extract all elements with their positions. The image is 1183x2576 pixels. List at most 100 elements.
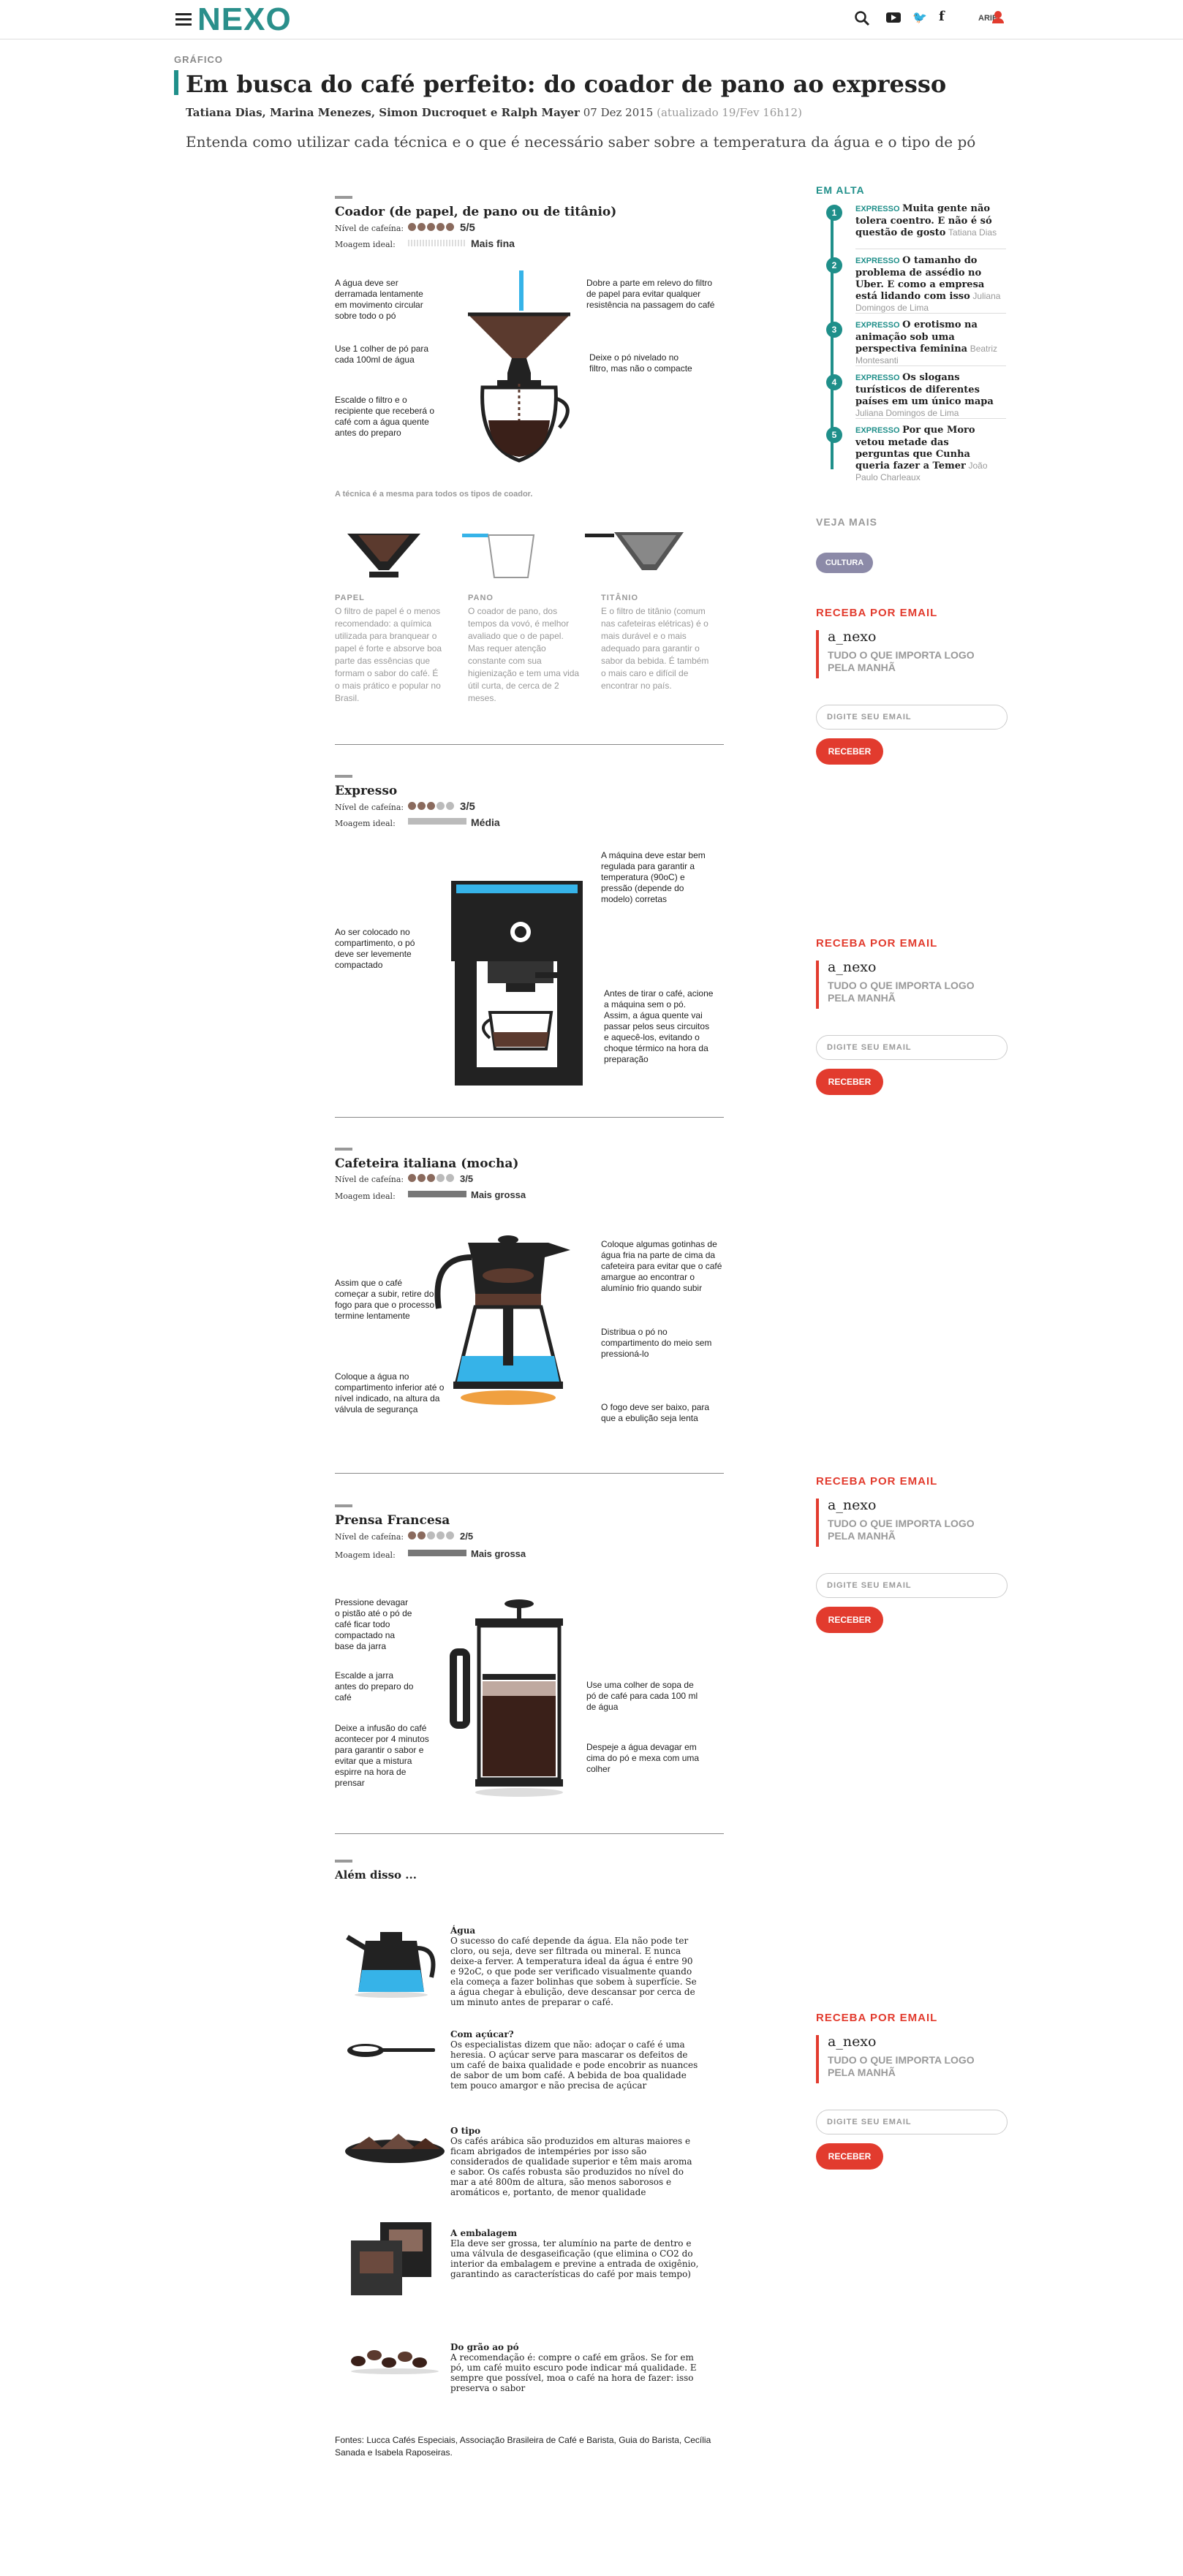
mocha-note-5: O fogo deve ser baixo, para que a ebuliç… (601, 1402, 710, 1423)
menu-icon[interactable] (175, 13, 192, 26)
trending-item[interactable]: EXPRESSO O erotismo na animação sob uma … (855, 319, 1002, 366)
grind-bar (408, 240, 466, 246)
trending-number: 2 (826, 257, 842, 273)
trending-item[interactable]: EXPRESSO Muita gente não tolera coentro.… (855, 202, 1002, 238)
divider (335, 744, 724, 745)
kicker: GRÁFICO (174, 54, 223, 65)
divider (335, 1473, 724, 1474)
caffeine-label: Nível de cafeína: (335, 803, 404, 812)
grind-label: Moagem ideal: (335, 1192, 396, 1201)
titanium-caption: TITÂNIO (601, 594, 638, 602)
newsletter-bar (816, 1499, 819, 1547)
paper-caption: PAPEL (335, 594, 365, 602)
extra-text-type: Os cafés arábica são produzidos em altur… (450, 2136, 692, 2197)
expresso-note-3: Antes de tirar o café, acione a máquina … (604, 988, 714, 1064)
extras-title: Além disso ... (335, 1868, 417, 1882)
caffeine-dots: 3/5 (408, 800, 475, 814)
email-input[interactable]: DIGITE SEU EMAIL (816, 2110, 1008, 2134)
titanium-text: E o filtro de titânio (comum nas cafetei… (601, 606, 709, 691)
prensa-note-4: Use uma colher de sopa de pó de café par… (586, 1680, 698, 1712)
email-input[interactable]: DIGITE SEU EMAIL (816, 1035, 1008, 1060)
see-more-heading: VEJA MAIS (816, 516, 877, 528)
mocha-note-3: Coloque algumas gotinhas de água fria na… (601, 1239, 722, 1293)
extra-text-grain: A recomendação é: compre o café em grãos… (450, 2352, 697, 2393)
cloth-filter-icon (462, 534, 535, 578)
cloth-text: O coador de pano, dos tempos da vovó, é … (468, 606, 580, 703)
youtube-icon[interactable] (886, 12, 901, 23)
facebook-icon[interactable]: f (939, 9, 945, 24)
email-input[interactable]: DIGITE SEU EMAIL (816, 705, 1008, 730)
byline: Tatiana Dias, Marina Menezes, Simon Ducr… (186, 106, 802, 119)
trending-number: 3 (826, 322, 842, 338)
newsletter-heading: RECEBA POR EMAIL (816, 607, 938, 619)
coffee-beans-icon (351, 2350, 439, 2374)
title-accent-bar (174, 70, 178, 95)
expresso-note-1: A máquina deve estar bem regulada para g… (601, 850, 706, 904)
trending-heading: EM ALTA (816, 184, 865, 196)
espresso-machine-illustration (451, 881, 583, 1086)
paper-filter-icon (347, 534, 420, 577)
prensa-note-3: Deixe a infusão do café acontecer por 4 … (335, 1723, 429, 1788)
section-marker (335, 196, 352, 199)
sources: Fontes: Lucca Cafés Especiais, Associaçã… (335, 2435, 711, 2458)
divider (335, 1833, 724, 1834)
user-icon[interactable] (994, 11, 1002, 18)
paper-text: O filtro de papel é o menos recomendado:… (335, 606, 442, 703)
newsletter-logo: a_nexo (828, 1497, 877, 1513)
french-press-illustration (450, 1599, 563, 1797)
extra-title-grain: Do grão ao pó (450, 2342, 519, 2352)
newsletter-heading: RECEBA POR EMAIL (816, 937, 938, 950)
trending-item[interactable]: EXPRESSO Por que Moro vetou metade das p… (855, 424, 1002, 483)
prensa-title: Prensa Francesa (335, 1513, 450, 1528)
extra-title-sugar: Com açúcar? (450, 2029, 514, 2039)
grind-bar (408, 1191, 466, 1197)
newsletter-heading: RECEBA POR EMAIL (816, 1475, 938, 1488)
section-marker (335, 1504, 352, 1507)
trending-item[interactable]: EXPRESSO Os slogans turísticos de difere… (855, 371, 1002, 419)
search-icon[interactable] (854, 10, 870, 31)
titanium-filter-icon (585, 532, 684, 570)
coador-note-2: Use 1 colher de pó para cada 100ml de ág… (335, 344, 429, 365)
email-input[interactable]: DIGITE SEU EMAIL (816, 1573, 1008, 1598)
tag-cultura[interactable]: CULTURA (816, 553, 873, 573)
newsletter-tagline: TUDO O QUE IMPORTA LOGO PELA MANHÃ (828, 1518, 975, 1542)
subscribe-button[interactable]: RECEBER (816, 738, 883, 765)
pour-over-illustration (468, 270, 570, 463)
newsletter-heading: RECEBA POR EMAIL (816, 2012, 938, 2024)
section-marker (335, 775, 352, 778)
spoon-icon (347, 2044, 435, 2057)
twitter-icon[interactable]: 🐦 (912, 10, 927, 25)
logo[interactable]: NEXO (197, 3, 292, 37)
grind-bar (408, 818, 466, 825)
section-marker (335, 1148, 352, 1151)
newsletter-tagline: TUDO O QUE IMPORTA LOGO PELA MANHÃ (828, 980, 975, 1004)
newsletter-bar (816, 630, 819, 678)
coador-note-5: Deixe o pó nivelado no filtro, mas não o… (589, 352, 692, 374)
caffeine-label: Nível de cafeína: (335, 224, 404, 233)
grind-value: Mais grossa (471, 1189, 526, 1200)
newsletter-tagline: TUDO O QUE IMPORTA LOGO PELA MANHÃ (828, 649, 975, 673)
mocha-note-2: Coloque a água no compartimento inferior… (335, 1371, 445, 1414)
subscribe-button[interactable]: RECEBER (816, 2143, 883, 2170)
caffeine-label: Nível de cafeína: (335, 1175, 404, 1184)
date: 07 Dez 2015 (583, 106, 654, 119)
trending-number: 1 (826, 205, 842, 221)
prensa-note-1: Pressione devagar o pistão até o pó de c… (335, 1597, 412, 1651)
subscribe-button[interactable]: RECEBER (816, 1069, 883, 1095)
subtitle: Entenda como utilizar cada técnica e o q… (186, 133, 976, 151)
coador-note-3: Escalde o filtro e o recipiente que rece… (335, 395, 435, 438)
same-technique-note: A técnica é a mesma para todos os tipos … (335, 490, 533, 499)
extra-title-water: Água (450, 1925, 476, 1936)
grind-value: Média (471, 817, 500, 828)
trending-number: 4 (826, 374, 842, 390)
caffeine-dots: 5/5 (408, 221, 475, 235)
coador-note-4: Dobre a parte em relevo do filtro de pap… (586, 278, 715, 310)
coffee-bags-icon (351, 2222, 431, 2295)
caffeine-label: Nível de cafeína: (335, 1532, 404, 1542)
mocha-note-1: Assim que o café começar a subir, retire… (335, 1278, 435, 1321)
subscribe-button[interactable]: RECEBER (816, 1607, 883, 1633)
trending-item[interactable]: EXPRESSO O tamanho do problema de assédi… (855, 254, 1002, 314)
newsletter-logo: a_nexo (828, 959, 877, 975)
extra-title-type: O tipo (450, 2126, 481, 2136)
authors[interactable]: Tatiana Dias, Marina Menezes, Simon Ducr… (186, 106, 580, 119)
